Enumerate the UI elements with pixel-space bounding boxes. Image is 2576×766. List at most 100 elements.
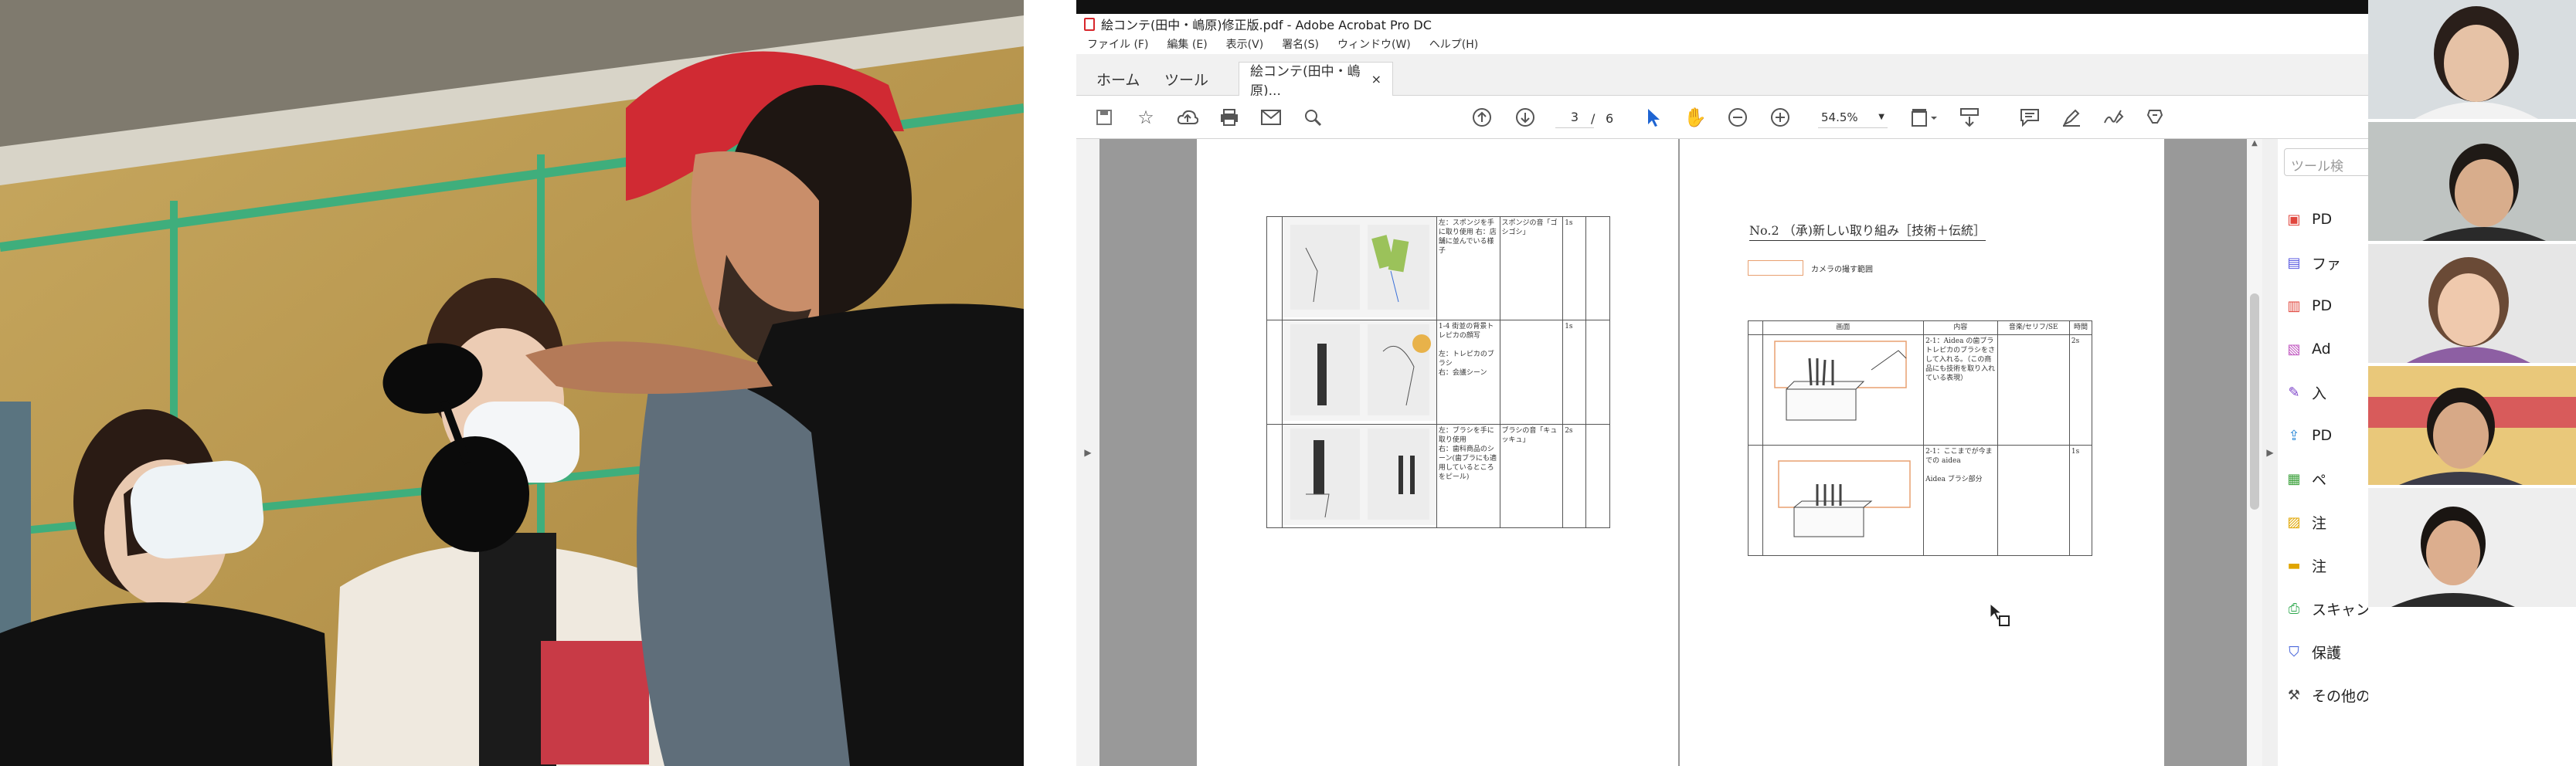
bookmark-star-icon[interactable]: ☆ <box>1133 105 1158 130</box>
scrollbar-thumb[interactable] <box>2250 293 2259 510</box>
zoom-in-icon[interactable] <box>1768 105 1793 130</box>
tab-home[interactable]: ホーム <box>1086 62 1150 96</box>
tool-item-edit-pdf[interactable]: ▧ Ad <box>2284 335 2331 363</box>
participant-video[interactable] <box>2368 0 2576 119</box>
tool-search-placeholder: ツール検 <box>2291 159 2343 175</box>
tool-item-more-tools[interactable]: ⚒ その他のツール <box>2284 681 2368 709</box>
row-3-description: 左：ブラシを手に取り使用 右：歯科商品のシーン(歯ブラにも適用しているところをピ… <box>1436 423 1500 529</box>
cursor-icon <box>1989 602 2012 632</box>
tool-item-comment-tool[interactable]: ▨ 注 <box>2284 508 2326 536</box>
right-row-1-sound <box>1997 334 2070 446</box>
document-viewer[interactable]: ▶ 左：スポンジを手に取り使用 右：店舗に並んでいる様子 スポンジの音「ゴシゴシ… <box>1076 139 2262 766</box>
camera-range-legend: カメラの撮す範囲 <box>1748 260 1873 276</box>
cloud-upload-icon[interactable] <box>1175 105 1200 130</box>
menu-view[interactable]: 表示(V) <box>1226 36 1264 52</box>
tool-item-comment[interactable]: ▬ 注 <box>2284 551 2326 579</box>
comment-icon[interactable] <box>2017 105 2042 130</box>
more-tools-icon: ⚒ <box>2287 686 2301 703</box>
table-cell-blank <box>1585 320 1610 425</box>
tab-tools[interactable]: ツール <box>1154 62 1219 96</box>
scroll-up-icon[interactable]: ▲ <box>2247 139 2262 154</box>
table-cell-blank <box>1748 320 1763 336</box>
right-row-2-time: 1s <box>2068 445 2093 556</box>
pdf-page-left: 左：スポンジを手に取り使用 右：店舗に並んでいる様子 スポンジの音「ゴシゴシ」 … <box>1197 139 1678 766</box>
menu-file[interactable]: ファイル (F) <box>1087 36 1148 52</box>
tool-item-protect[interactable]: ⛉ 保護 <box>2284 638 2341 666</box>
email-icon[interactable] <box>1259 105 1283 130</box>
scan-ocr-icon: ⎙ <box>2288 600 2300 617</box>
sketch-image <box>1763 446 1923 552</box>
highlight-icon[interactable] <box>2059 105 2084 130</box>
select-arrow-icon[interactable] <box>1641 105 1666 130</box>
sketch-cell <box>1281 320 1437 425</box>
table-cell-blank <box>1585 423 1610 529</box>
tool-item-label: Ad <box>2312 341 2331 358</box>
tool-item-organize-pages[interactable]: ▥ PD <box>2284 292 2332 320</box>
table-cell-blank <box>1266 423 1283 529</box>
tab-close-icon[interactable]: × <box>1371 72 1381 86</box>
participant-video[interactable] <box>2368 122 2576 241</box>
tool-item-label: ファ <box>2312 255 2342 273</box>
pdf-file-icon <box>1084 17 1095 31</box>
save-icon[interactable] <box>1092 105 1116 130</box>
export-pdf-icon: ⇪ <box>2288 427 2300 444</box>
menu-help[interactable]: ヘルプ(H) <box>1429 36 1478 52</box>
tab-document-label: 絵コンテ(田中・嶋原)... <box>1250 63 1361 99</box>
tool-item-label: スキャンと OCR <box>2312 601 2368 619</box>
acrobat-window: 絵コンテ(田中・嶋原)修正版.pdf - Adobe Acrobat Pro D… <box>1076 0 2368 766</box>
sign-icon[interactable] <box>2101 105 2126 130</box>
page-up-icon[interactable] <box>1470 105 1494 130</box>
scroll-mode-icon[interactable] <box>1957 105 1982 130</box>
header-time: 時間 <box>2068 320 2093 336</box>
pdf-page-right: No.2 （承)新しい取り組み［技術＋伝統］ カメラの撮す範囲 画面 内容 音楽… <box>1680 139 2164 766</box>
workshop-photo <box>0 0 1024 766</box>
tool-item-combine-files[interactable]: ▤ ファ <box>2284 249 2341 276</box>
participant-video[interactable] <box>2368 366 2576 485</box>
sketch-image <box>1282 217 1436 317</box>
stamp-icon[interactable] <box>2143 105 2167 130</box>
tool-item-label: 保護 <box>2312 644 2342 662</box>
right-row-2-content: 2-1：ここまでが今までの aidea Aidea ブラシ部分 <box>1923 445 1998 556</box>
zoom-dropdown[interactable]: 54.5% ▼ <box>1818 107 1888 128</box>
menu-window[interactable]: ウィンドウ(W) <box>1337 36 1411 52</box>
protect-pages-icon: ▦ <box>2287 470 2301 487</box>
tool-item-export-pdf[interactable]: ⇪ PD <box>2284 422 2332 449</box>
combine-files-icon: ▤ <box>2287 254 2301 271</box>
video-strip-empty <box>2368 610 2576 766</box>
tool-item-label: ペ <box>2312 471 2327 489</box>
tool-item-protect-pages[interactable]: ▦ ペ <box>2284 465 2326 493</box>
find-icon[interactable] <box>1300 105 1325 130</box>
tool-item-fill-sign[interactable]: ✎ 入 <box>2284 378 2326 406</box>
page-fit-icon[interactable] <box>1907 105 1941 130</box>
zoom-out-icon[interactable] <box>1725 105 1750 130</box>
table-cell-blank <box>1748 334 1763 446</box>
tool-search-input[interactable]: ツール検 <box>2284 148 2368 176</box>
header-screen: 画面 <box>1762 320 1925 336</box>
video-call-strip <box>2368 0 2576 766</box>
hand-icon[interactable]: ✋ <box>1683 105 1708 130</box>
tool-item-create-pdf[interactable]: ▣ PD <box>2284 205 2332 233</box>
page-separator: / <box>1591 111 1596 126</box>
menu-sign[interactable]: 署名(S) <box>1282 36 1319 52</box>
table-cell-blank <box>1266 215 1283 321</box>
page-heading: No.2 （承)新しい取り組み［技術＋伝統］ <box>1749 220 1986 241</box>
participant-video[interactable] <box>2368 488 2576 607</box>
fill-sign-icon: ✎ <box>2288 384 2300 401</box>
left-nav-collapse[interactable]: ▶ <box>1076 139 1099 766</box>
menu-edit[interactable]: 編集 (E) <box>1167 36 1207 52</box>
row-1-sound: スポンジの音「ゴシゴシ」 <box>1499 215 1564 321</box>
participant-video[interactable] <box>2368 244 2576 363</box>
tool-item-scan-ocr[interactable]: ⎙ スキャンと OCR <box>2284 595 2368 622</box>
page-number-field[interactable]: 3 <box>1555 107 1594 128</box>
tab-document[interactable]: 絵コンテ(田中・嶋原)... × <box>1239 62 1393 99</box>
tool-item-label: 注 <box>2312 558 2327 575</box>
vertical-scrollbar[interactable]: ▲ <box>2247 139 2262 766</box>
table-cell-blank <box>1748 445 1763 556</box>
comment-bubble-icon: ▬ <box>2287 557 2301 574</box>
print-icon[interactable] <box>1217 105 1242 130</box>
page-down-icon[interactable] <box>1513 105 1538 130</box>
spacer <box>1024 0 1076 766</box>
sketch-image <box>1282 320 1436 422</box>
sketch-cell <box>1762 334 1925 446</box>
panel-collapse[interactable]: ▶ <box>2262 139 2278 766</box>
